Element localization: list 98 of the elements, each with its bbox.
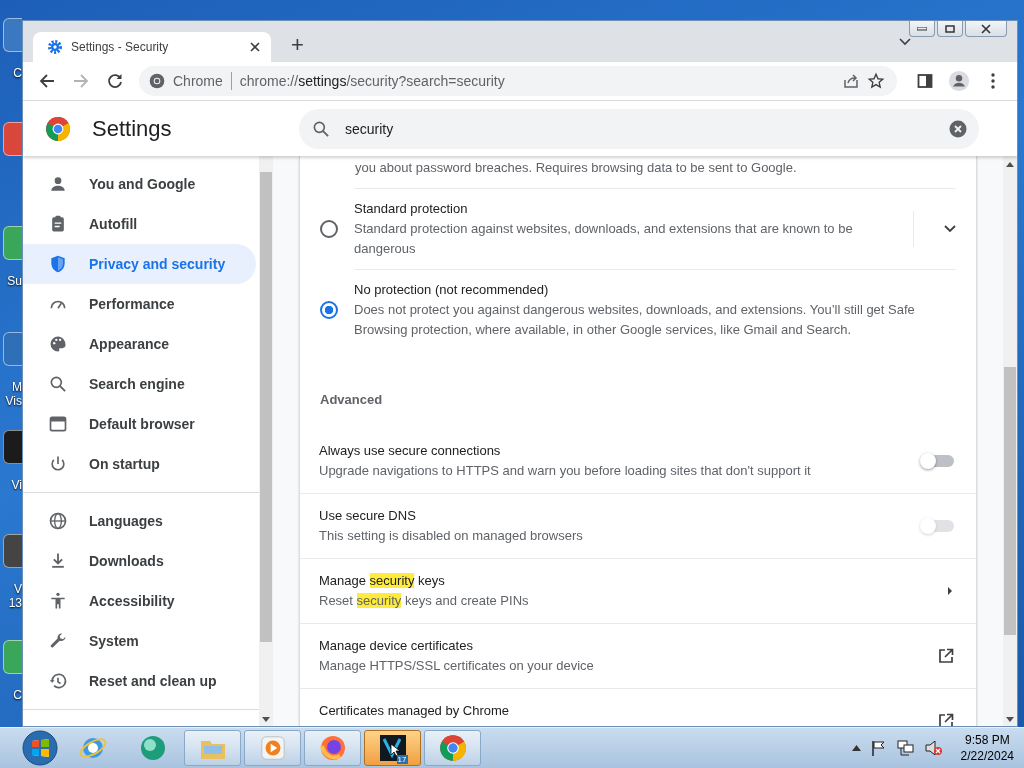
chrome-logo-icon	[45, 115, 71, 142]
taskbar-button[interactable]	[424, 730, 481, 766]
chrome-logo-icon	[149, 73, 165, 89]
setting-title: Always use secure connections	[319, 442, 502, 460]
gear-icon	[47, 39, 63, 55]
description-text: you about password breaches. Requires browsing data to be sent to Google.	[354, 159, 798, 177]
star-icon[interactable]	[867, 72, 885, 90]
app-icon[interactable]	[3, 332, 22, 366]
sidebar-item[interactable]: Performance	[23, 284, 256, 324]
scroll-up-icon[interactable]	[1006, 162, 1014, 167]
more-icon	[991, 73, 995, 89]
sidebar-item[interactable]: Search engine	[23, 364, 256, 404]
setting-title: Manage device certificates	[319, 637, 474, 655]
speaker-muted-icon[interactable]	[924, 740, 943, 756]
sidebar-item[interactable]: Accessibility	[23, 581, 256, 621]
close-icon	[981, 23, 991, 34]
clear-icon[interactable]	[949, 119, 967, 138]
setting-description: This setting is disabled on managed browsers	[319, 527, 584, 545]
new-tab-button[interactable]: +	[285, 30, 310, 60]
shield-icon	[48, 254, 68, 274]
settings-title: Settings	[92, 115, 173, 142]
option-description: Standard protection against websites, downloads, and extensions that are known to be dangerous	[354, 220, 854, 258]
clock-time: 9:58 PM	[964, 732, 1010, 748]
desktop-icon-label: C	[13, 688, 22, 702]
option-description: Does not protect you against dangerous websites, downloads, and extensions. You’ll still get Safe Browsing protection, where available, in other Google services, like Gmail and Search.	[354, 301, 916, 339]
address-bar[interactable]: Chrome chrome://settings/security?search=security	[139, 66, 897, 96]
taskbar-button[interactable]: 17	[364, 730, 421, 766]
option-title: Standard protection	[354, 200, 469, 218]
external-link-icon[interactable]	[938, 713, 954, 726]
desktop-icon-label: Vis	[5, 394, 22, 408]
setting-description: Upgrade navigations to HTTPS and warn you before loading sites that don't support it	[319, 462, 812, 480]
section-heading: Advanced	[319, 391, 384, 409]
desktop-icon-label: V	[14, 582, 22, 596]
setting-title: Use secure DNS	[319, 507, 417, 525]
restore-button[interactable]	[937, 21, 963, 37]
circle-logo-icon	[438, 734, 467, 762]
minimize-icon	[917, 26, 927, 31]
chevron-down-icon[interactable]	[899, 38, 911, 46]
search-field[interactable]: security	[299, 108, 979, 149]
tab-title: Settings - Security	[71, 40, 170, 54]
sidebar-item[interactable]: Languages	[23, 501, 256, 541]
close-button[interactable]	[965, 21, 1007, 37]
browser-tab[interactable]: Settings - Security	[33, 32, 271, 62]
forward-arrow-icon	[73, 73, 89, 89]
history-icon	[48, 671, 68, 691]
setting-description: Manage HTTPS/SSL certificates on your device	[319, 657, 595, 675]
setting-description: Reset security keys and create PINs	[319, 592, 530, 610]
arrow-right-icon[interactable]	[946, 586, 954, 596]
show-hidden-icon[interactable]	[851, 745, 861, 751]
app-icon[interactable]	[3, 430, 22, 464]
window-icon	[48, 414, 68, 434]
scroll-down-icon[interactable]	[262, 717, 270, 722]
expand-chevron-icon[interactable]	[944, 225, 956, 233]
sidebar-item[interactable]: You and Google	[23, 164, 256, 204]
url-text: chrome://settings/security?search=security	[239, 73, 506, 89]
radio-button[interactable]	[320, 301, 338, 319]
desktop-icon-label: Su	[7, 274, 22, 288]
site-label: Chrome	[173, 73, 223, 89]
network-icon[interactable]	[896, 740, 915, 756]
desktop-icon-label: C	[13, 66, 22, 80]
toggle-switch[interactable]	[922, 455, 954, 467]
sidebar-item[interactable]: Reset and clean up	[23, 661, 256, 701]
back-arrow-icon	[39, 73, 55, 89]
sidebar-item[interactable]: On startup	[23, 444, 256, 484]
sidebar-item[interactable]: System	[23, 621, 256, 661]
setting-title: Certificates managed by Chrome	[319, 702, 511, 720]
sidebar-item[interactable]: Privacy and security	[23, 244, 256, 284]
fox-globe-icon	[317, 733, 348, 763]
flag-icon[interactable]	[870, 740, 887, 756]
external-link-icon[interactable]	[938, 648, 954, 664]
side-panel-icon	[917, 73, 933, 89]
desktop-icon-label: 13	[8, 596, 22, 610]
sidebar-item[interactable]: Downloads	[23, 541, 256, 581]
palette-icon	[48, 334, 68, 354]
share-icon[interactable]	[843, 73, 859, 89]
app-icon[interactable]	[3, 534, 22, 568]
clock-date: 2/22/2024	[960, 748, 1014, 764]
clock[interactable]: 9:58 PM 2/22/2024	[960, 732, 1014, 764]
desktop-icon-label: Vi	[11, 478, 22, 492]
sidebar-item[interactable]: Appearance	[23, 324, 256, 364]
accessibility-icon	[48, 591, 68, 611]
sidebar-item[interactable]: Autofill	[23, 204, 256, 244]
reload-icon	[107, 73, 123, 89]
scroll-down-icon[interactable]	[1006, 717, 1014, 722]
sidebar-item[interactable]: Default browser	[23, 404, 256, 444]
play-icon	[258, 734, 287, 762]
person-icon	[48, 174, 68, 194]
windows-orb-icon	[22, 730, 58, 766]
close-icon[interactable]	[249, 41, 261, 53]
option-title: No protection (not recommended)	[354, 281, 550, 299]
globe-icon	[48, 511, 68, 531]
desktop-icon-label: M	[12, 380, 22, 394]
version-badge: 17	[396, 755, 408, 764]
restore-icon	[945, 24, 955, 33]
taskbar-button[interactable]	[304, 730, 361, 766]
radio-button[interactable]	[320, 220, 338, 238]
avatar-icon	[948, 70, 970, 92]
search-icon	[48, 374, 68, 394]
